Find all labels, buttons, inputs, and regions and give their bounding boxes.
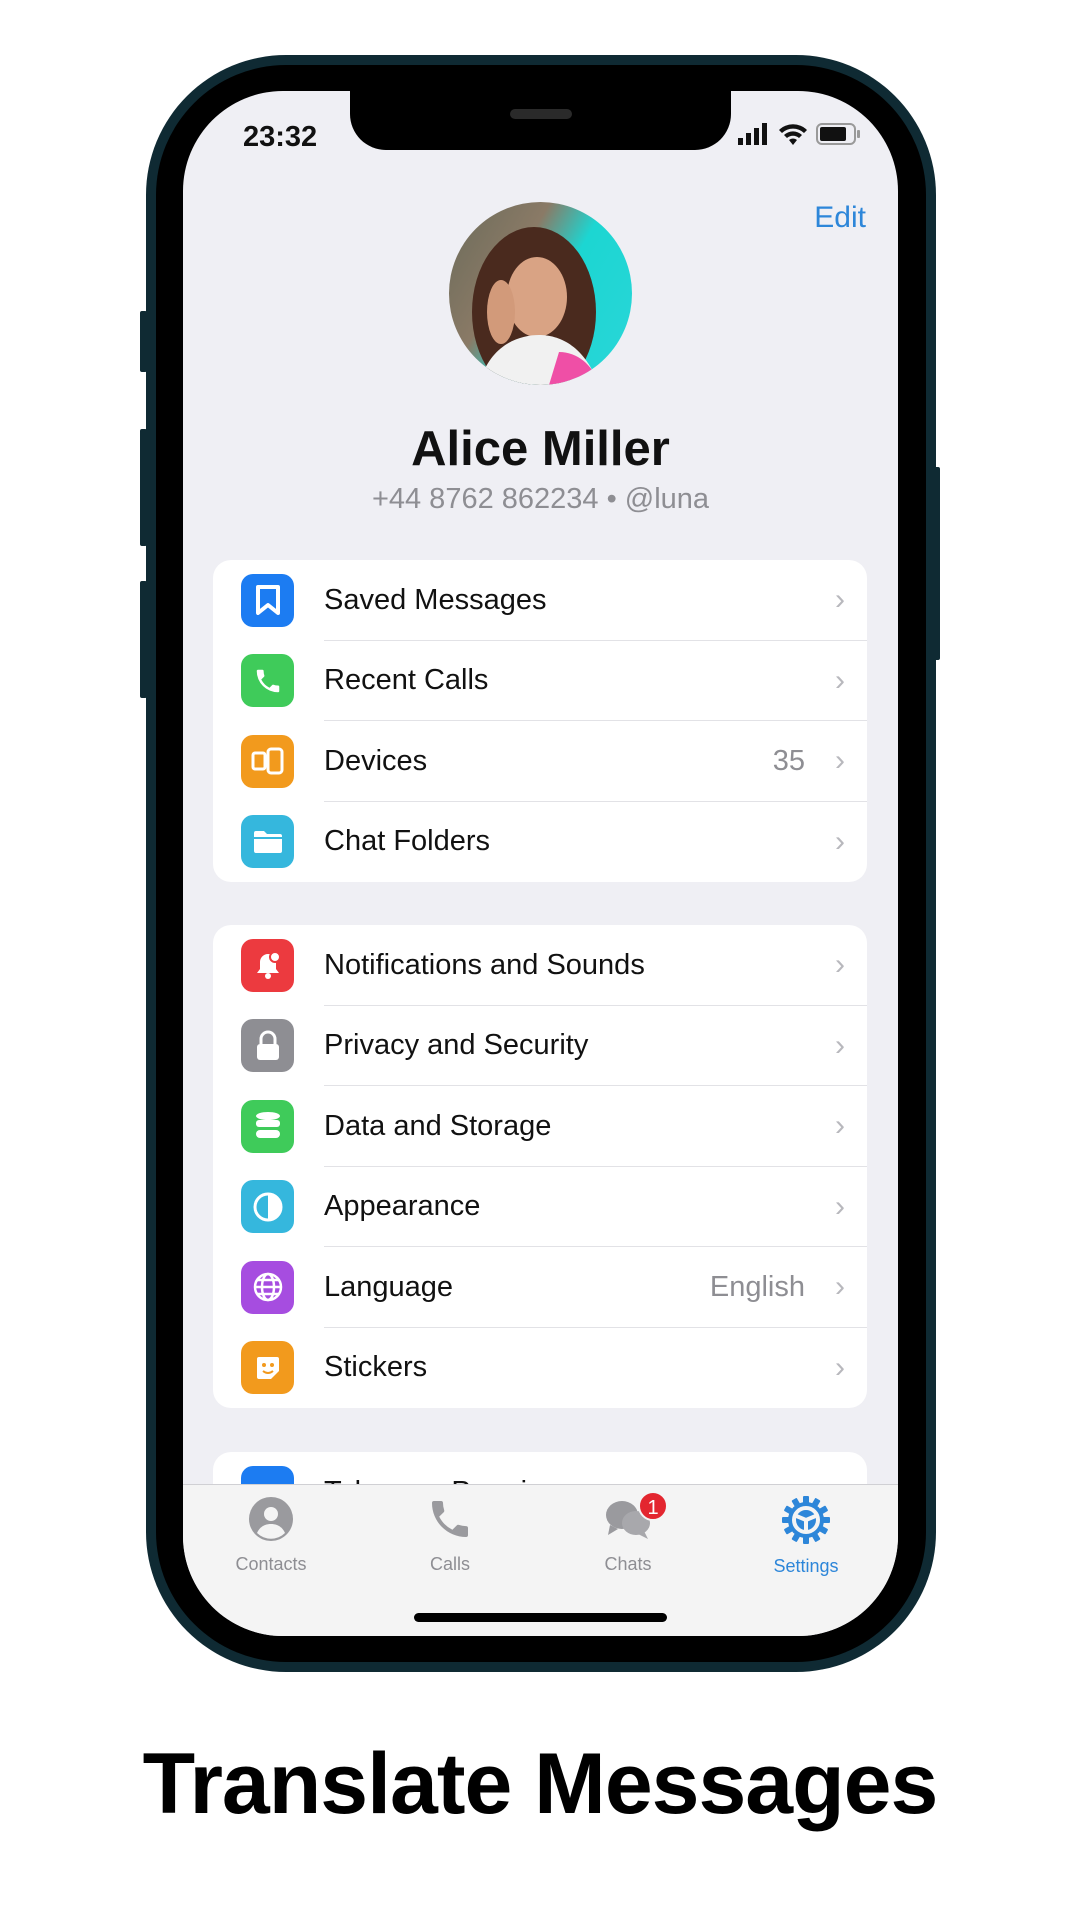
globe-icon	[241, 1260, 294, 1314]
chevron-right-icon: ›	[835, 1270, 845, 1304]
row-recent-calls[interactable]: Recent Calls ›	[213, 641, 867, 721]
tab-settings[interactable]: Settings	[736, 1495, 876, 1577]
tab-contacts[interactable]: Contacts	[201, 1495, 341, 1575]
person-icon	[249, 1497, 293, 1541]
lock-icon	[241, 1019, 294, 1073]
phone-icon	[241, 654, 294, 708]
profile-name: Alice Miller	[411, 422, 670, 476]
settings-group-1: Saved Messages › Recent Calls › Devices 35 ›…	[213, 560, 867, 882]
settings-group-2: Notifications and Sounds › Privacy and Se…	[213, 925, 867, 1408]
unread-badge: 1	[638, 1491, 668, 1521]
bell-icon	[241, 938, 294, 992]
sticker-icon	[241, 1341, 294, 1395]
chevron-right-icon: ›	[835, 1109, 845, 1143]
row-data-storage[interactable]: Data and Storage ›	[213, 1086, 867, 1167]
row-saved-messages[interactable]: Saved Messages ›	[213, 560, 867, 641]
devices-icon	[241, 734, 294, 788]
chevron-right-icon: ›	[835, 663, 845, 697]
side-button-volume-up	[140, 429, 147, 546]
row-language[interactable]: Language English ›	[213, 1247, 867, 1328]
signal-icon	[738, 123, 767, 145]
status-icons	[738, 123, 860, 145]
chevron-right-icon: ›	[835, 1189, 845, 1223]
screen: 23:32 Edit Alice Miller +44 8762 862234 …	[183, 91, 898, 1636]
row-chat-folders[interactable]: Chat Folders ›	[213, 802, 867, 883]
promo-headline: Translate Messages	[142, 1736, 939, 1832]
side-button-volume-down	[140, 581, 147, 698]
chevron-right-icon: ›	[835, 1350, 845, 1384]
half-circle-icon	[241, 1180, 294, 1234]
phone-icon	[432, 1501, 468, 1537]
profile-subtitle: +44 8762 862234 • @luna	[371, 483, 710, 515]
edit-button[interactable]: Edit	[814, 201, 866, 235]
tab-chats[interactable]: 1 Chats	[558, 1491, 698, 1575]
chevron-right-icon: ›	[835, 744, 845, 778]
folder-icon	[241, 815, 294, 869]
chevron-right-icon: ›	[835, 948, 845, 982]
wifi-icon	[779, 124, 807, 145]
battery-icon	[816, 123, 860, 145]
chevron-right-icon: ›	[835, 1028, 845, 1062]
side-button-mute	[140, 311, 147, 372]
status-time: 23:32	[243, 121, 318, 153]
row-stickers[interactable]: Stickers ›	[213, 1328, 867, 1409]
gear-icon	[782, 1496, 830, 1544]
devices-count: 35	[772, 744, 805, 777]
chevron-right-icon: ›	[835, 583, 845, 617]
notch	[350, 91, 731, 150]
row-devices[interactable]: Devices 35 ›	[213, 721, 867, 802]
chevron-right-icon: ›	[835, 824, 845, 858]
language-value: English	[709, 1270, 805, 1303]
avatar[interactable]	[449, 202, 632, 385]
database-icon	[241, 1099, 294, 1153]
row-notifications[interactable]: Notifications and Sounds ›	[213, 925, 867, 1006]
home-indicator[interactable]	[414, 1613, 667, 1622]
bookmark-icon	[241, 573, 294, 627]
row-privacy[interactable]: Privacy and Security ›	[213, 1006, 867, 1086]
side-button-power	[933, 467, 940, 660]
row-appearance[interactable]: Appearance ›	[213, 1167, 867, 1247]
tab-calls[interactable]: Calls	[380, 1495, 520, 1575]
